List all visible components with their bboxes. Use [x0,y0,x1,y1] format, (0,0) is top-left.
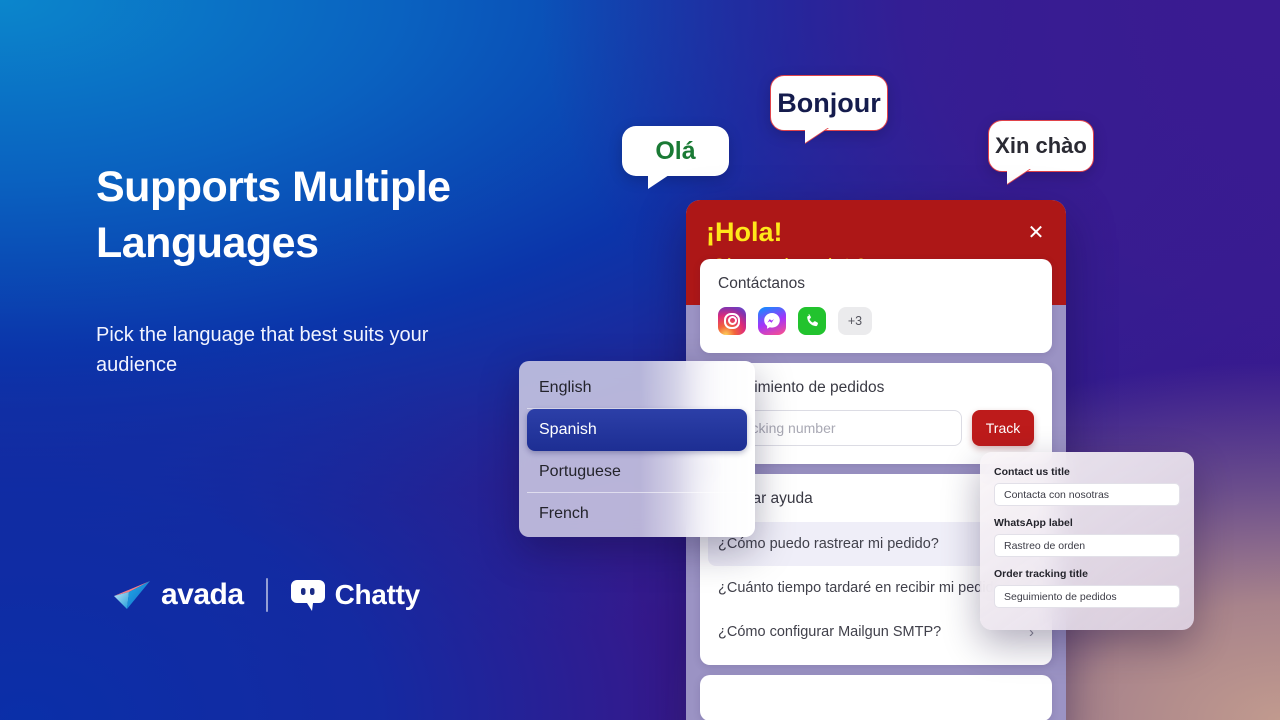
speech-bubble-text: Bonjour [777,87,881,118]
widget-title: ¡Hola! [706,217,783,247]
phone-icon[interactable] [798,306,826,335]
hero-copy: Supports Multiple Languages Pick the lan… [96,160,566,380]
avada-wordmark: avada [161,578,244,611]
messenger-icon[interactable] [758,306,786,335]
paper-plane-icon [114,581,150,609]
speech-bubble-xin-chao: Xin chào [988,120,1094,172]
setting-input[interactable] [994,534,1180,557]
faq-question: ¿Cuánto tiempo tardaré en recibir mi ped… [718,579,1010,596]
instagram-icon[interactable] [718,306,746,335]
setting-label: WhatsApp label [994,517,1073,529]
speech-bubble-text: Olá [655,136,696,165]
setting-whatsapp-label: WhatsApp label [994,517,1180,557]
widget-bottom-card [700,674,1052,720]
brand-logos: avada Chatty [112,578,420,612]
contact-card: Contáctanos +3 [700,258,1052,353]
chatty-wordmark: Chatty [334,579,421,610]
setting-order-tracking-title: Order tracking title [994,568,1180,608]
language-option-french[interactable]: French [527,493,747,535]
setting-label: Order tracking title [994,568,1088,580]
track-button[interactable]: Track [972,409,1034,446]
setting-label: Contact us title [994,466,1070,478]
language-option-portuguese[interactable]: Portuguese [527,451,747,493]
logo-divider [265,578,268,612]
chat-bubble-icon [290,579,325,611]
language-option-english[interactable]: English [527,367,747,409]
setting-contact-us-title: Contact us title [994,466,1180,506]
speech-bubble-bonjour: Bonjour [770,75,888,131]
setting-input[interactable] [994,483,1180,506]
more-channels-badge[interactable]: +3 [838,306,872,335]
language-dropdown[interactable]: English Spanish Portuguese French [519,361,755,537]
settings-panel: Contact us title WhatsApp label Order tr… [980,452,1194,630]
close-icon[interactable]: ✕ [1025,222,1047,244]
chatty-logo: Chatty [290,579,420,612]
social-channel-row: +3 [718,306,1034,335]
faq-question: ¿Cómo configurar Mailgun SMTP? [718,624,942,641]
language-option-spanish[interactable]: Spanish [527,409,747,451]
faq-question: ¿Cómo puedo rastrear mi pedido? [718,535,939,552]
tracking-input-row: Track [718,409,1034,446]
hero-subcopy: Pick the language that best suits your a… [96,323,429,376]
order-tracking-title: Seguimiento de pedidos [718,378,885,396]
speech-bubble-text: Xin chào [995,133,1087,158]
speech-bubble-ola: Olá [622,126,729,189]
avada-logo: avada [112,578,244,612]
setting-input[interactable] [994,585,1180,608]
page-title: Supports Multiple Languages [96,163,451,267]
contact-card-title: Contáctanos [718,274,806,292]
